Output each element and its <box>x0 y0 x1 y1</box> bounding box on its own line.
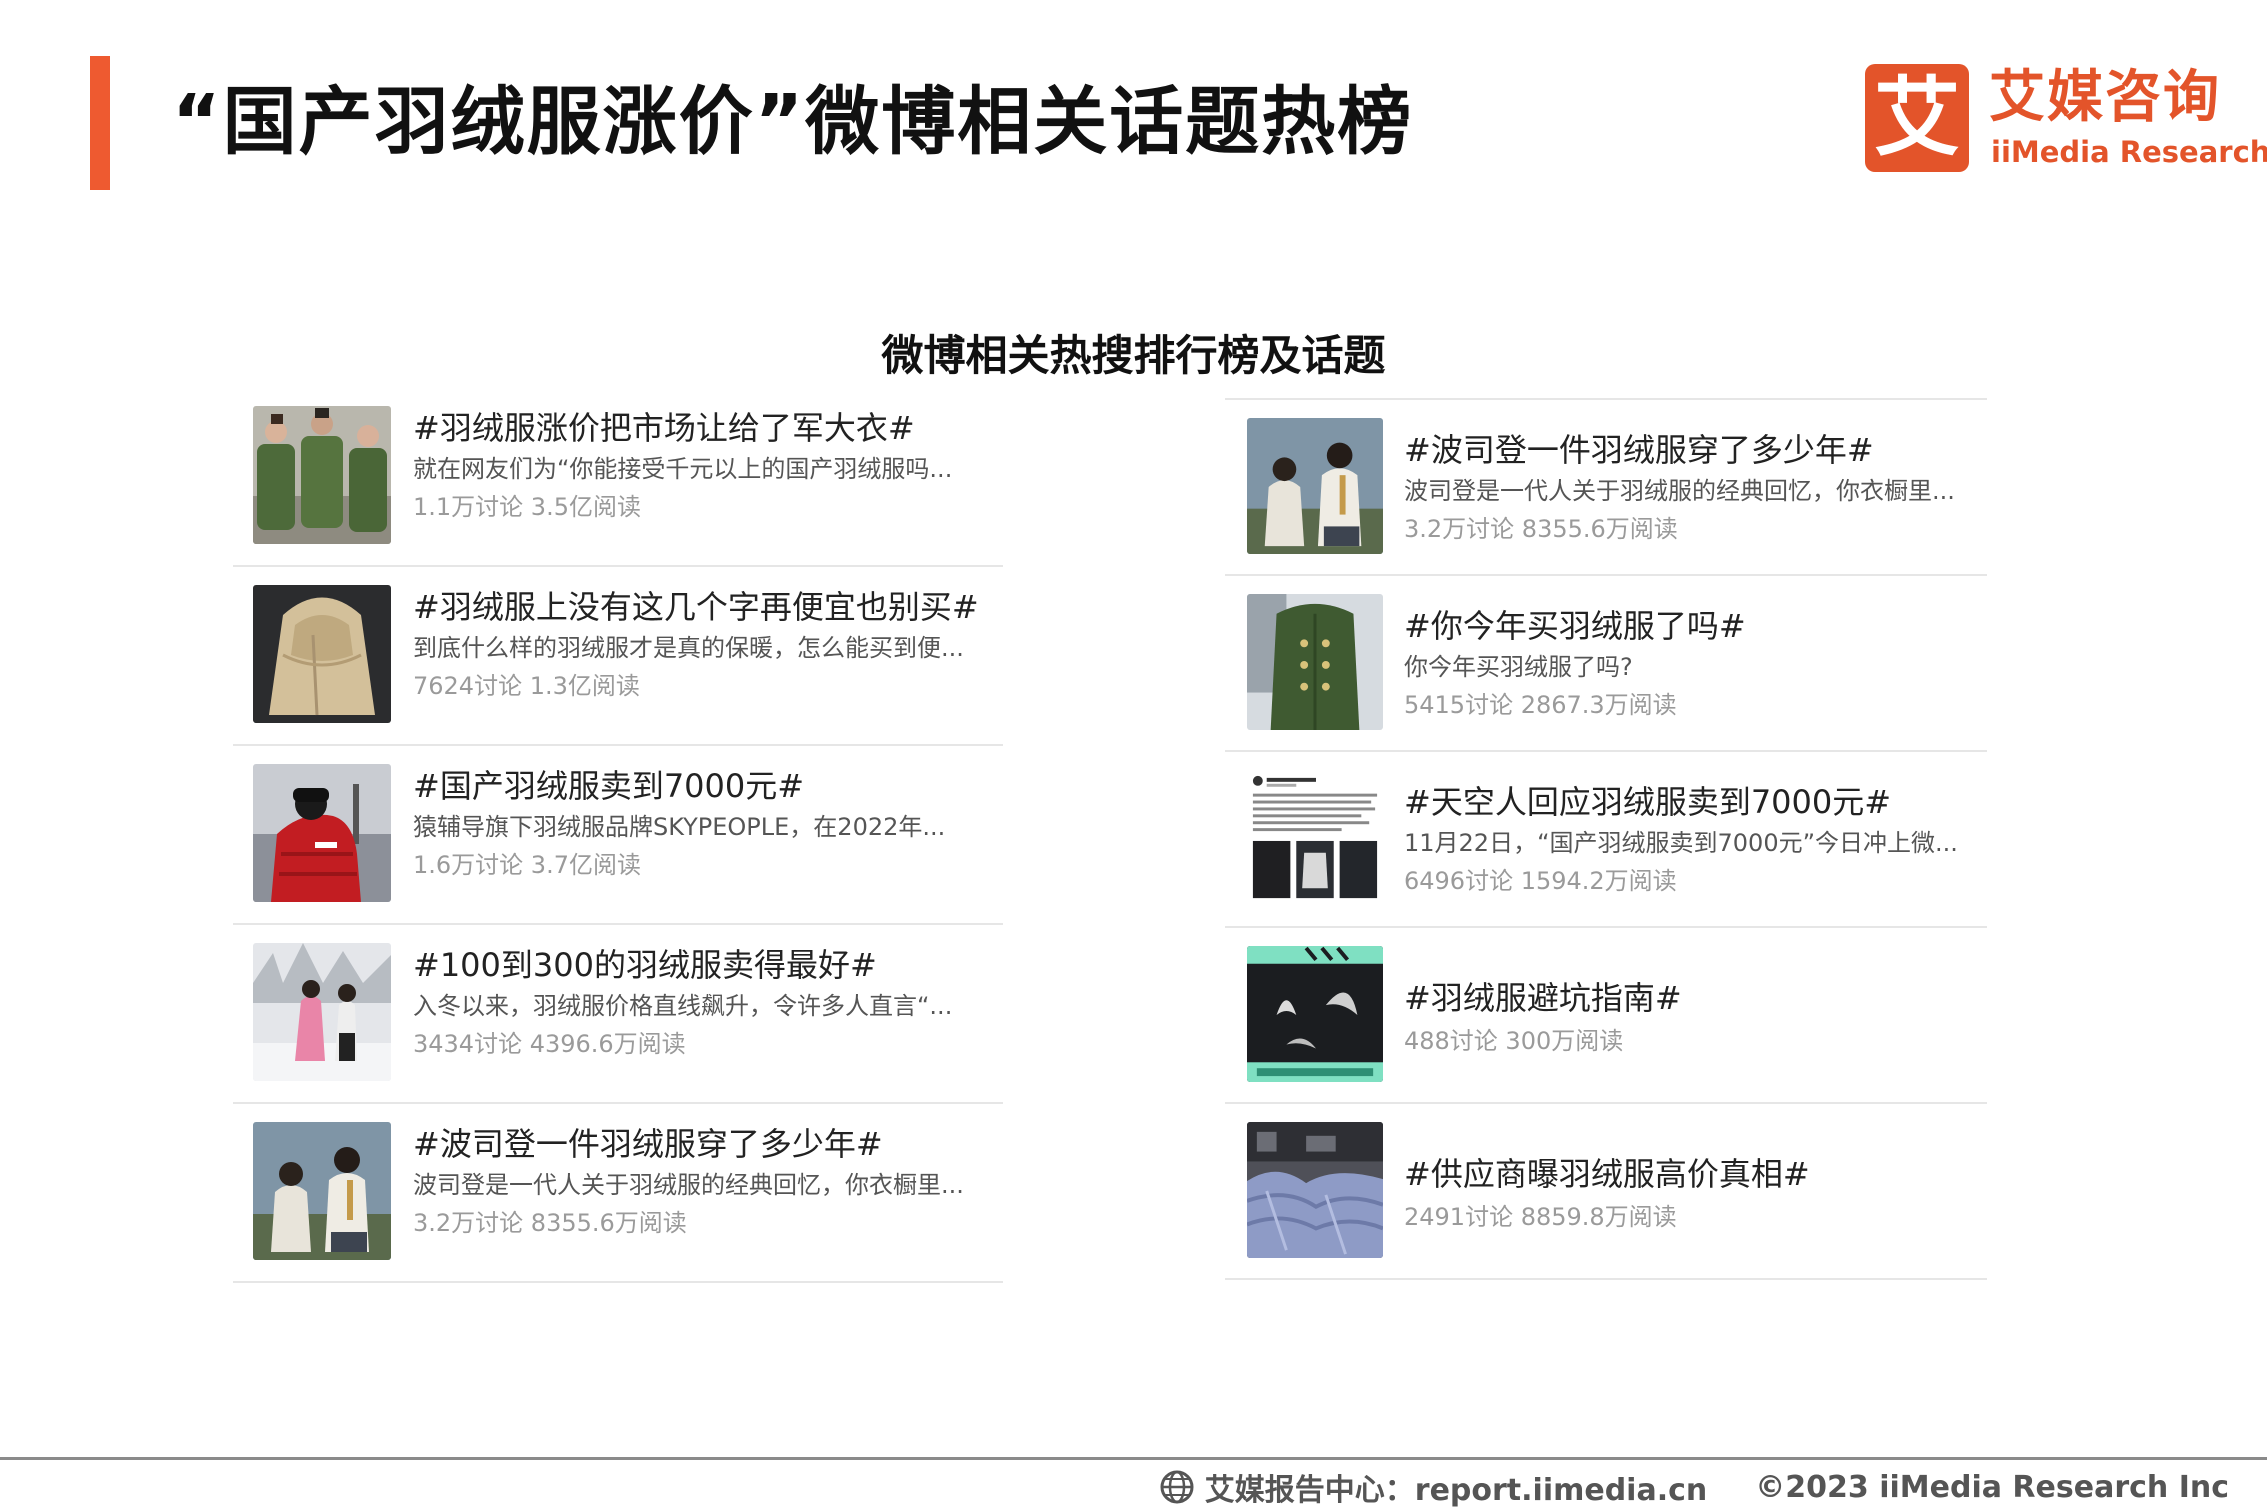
topic-description: 11月22日，“国产羽绒服卖到7000元”今日冲上微... <box>1404 829 1958 857</box>
topic-list-left: #羽绒服涨价把市场让给了军大衣# 就在网友们为“你能接受千元以上的国产羽绒服吗.… <box>233 388 1003 1283</box>
topic-thumbnail <box>1247 594 1383 730</box>
logo-mark: 艾 <box>1865 64 1969 172</box>
footer-source-link[interactable]: 艾媒报告中心：report.iimedia.cn <box>1205 1465 1707 1509</box>
topic-text: #波司登一件羽绒服穿了多少年# 波司登是一代人关于羽绒服的经典回忆，你衣橱里..… <box>1404 430 1984 544</box>
topic-description: 到底什么样的羽绒服才是真的保暖，怎么能买到便... <box>413 634 964 662</box>
topic-text: #供应商曝羽绒服高价真相# 2491讨论 8859.8万阅读 <box>1404 1154 1984 1232</box>
topic-text: #天空人回应羽绒服卖到7000元# 11月22日，“国产羽绒服卖到7000元”今… <box>1404 782 1984 896</box>
page-title: “国产羽绒服涨价”微博相关话题热榜 <box>172 79 1414 165</box>
topic-stats: 3.2万讨论 8355.6万阅读 <box>1404 515 1678 543</box>
topic-thumbnail <box>1247 946 1383 1082</box>
topic-stats: 3434讨论 4396.6万阅读 <box>413 1030 686 1058</box>
topic-description: 就在网友们为“你能接受千元以上的国产羽绒服吗... <box>413 455 953 483</box>
topic-title[interactable]: #天空人回应羽绒服卖到7000元# <box>1404 782 1984 822</box>
topic-description: 猿辅导旗下羽绒服品牌SKYPEOPLE，在2022年... <box>413 813 946 841</box>
topic-thumbnail <box>253 585 391 723</box>
topic-stats: 2491讨论 8859.8万阅读 <box>1404 1203 1677 1231</box>
topic-item[interactable]: #100到300的羽绒服卖得最好# 入冬以来，羽绒服价格直线飙升，令许多人直言“… <box>233 925 1003 1104</box>
topic-stats: 1.1万讨论 3.5亿阅读 <box>413 493 641 521</box>
topic-stats: 6496讨论 1594.2万阅读 <box>1404 867 1677 895</box>
topic-description: 波司登是一代人关于羽绒服的经典回忆，你衣橱里... <box>1404 477 1955 505</box>
beige-down-coat-photo <box>253 585 391 723</box>
two-people-white-jackets-photo <box>253 1122 391 1260</box>
weibo-post-screenshot <box>1247 770 1383 906</box>
topic-title[interactable]: #波司登一件羽绒服穿了多少年# <box>413 1124 993 1164</box>
red-puffer-jacket-photo <box>253 764 391 902</box>
topic-item[interactable]: #羽绒服避坑指南# 488讨论 300万阅读 <box>1225 928 1987 1104</box>
topic-stats: 3.2万讨论 8355.6万阅读 <box>413 1209 687 1237</box>
topic-stats: 1.6万讨论 3.7亿阅读 <box>413 851 641 879</box>
topic-text: #你今年买羽绒服了吗# 你今年买羽绒服了吗? 5415讨论 2867.3万阅读 <box>1404 606 1984 720</box>
topic-text: #羽绒服上没有这几个字再便宜也别买# 到底什么样的羽绒服才是真的保暖，怎么能买到… <box>413 587 993 701</box>
topic-list-right: #波司登一件羽绒服穿了多少年# 波司登是一代人关于羽绒服的经典回忆，你衣橱里..… <box>1225 398 1987 1280</box>
topic-text: #100到300的羽绒服卖得最好# 入冬以来，羽绒服价格直线飙升，令许多人直言“… <box>413 945 993 1059</box>
topic-text: #波司登一件羽绒服穿了多少年# 波司登是一代人关于羽绒服的经典回忆，你衣橱里..… <box>413 1124 993 1238</box>
logo-english-name: iiMedia Research <box>1991 135 2267 169</box>
topic-item[interactable]: #你今年买羽绒服了吗# 你今年买羽绒服了吗? 5415讨论 2867.3万阅读 <box>1225 576 1987 752</box>
topic-title[interactable]: #你今年买羽绒服了吗# <box>1404 606 1984 646</box>
down-feather-guide-graphic <box>1247 946 1383 1082</box>
topic-thumbnail <box>1247 418 1383 554</box>
footer-copyright: ©2023 iiMedia Research Inc <box>1755 1469 2229 1505</box>
army-green-coat-photo <box>1247 594 1383 730</box>
topic-thumbnail <box>1247 770 1383 906</box>
topic-item[interactable]: #供应商曝羽绒服高价真相# 2491讨论 8859.8万阅读 <box>1225 1104 1987 1280</box>
topic-text: #国产羽绒服卖到7000元# 猿辅导旗下羽绒服品牌SKYPEOPLE，在2022… <box>413 766 993 880</box>
topic-item[interactable]: #波司登一件羽绒服穿了多少年# 波司登是一代人关于羽绒服的经典回忆，你衣橱里..… <box>233 1104 1003 1283</box>
snow-park-people-photo <box>253 943 391 1081</box>
footer-divider <box>0 1457 2267 1460</box>
topic-thumbnail <box>1247 1122 1383 1258</box>
topic-description: 波司登是一代人关于羽绒服的经典回忆，你衣橱里... <box>413 1171 964 1199</box>
three-people-green-coats-photo <box>253 406 391 544</box>
footer: 艾媒报告中心：report.iimedia.cn ©2023 iiMedia R… <box>1159 1464 2229 1510</box>
topic-item[interactable]: #羽绒服上没有这几个字再便宜也别买# 到底什么样的羽绒服才是真的保暖，怎么能买到… <box>233 567 1003 746</box>
globe-icon <box>1160 1470 1194 1504</box>
title-accent-bar <box>90 56 110 190</box>
topic-stats: 5415讨论 2867.3万阅读 <box>1404 691 1677 719</box>
topic-text: #羽绒服避坑指南# 488讨论 300万阅读 <box>1404 978 1984 1056</box>
topic-title[interactable]: #100到300的羽绒服卖得最好# <box>413 945 993 985</box>
topic-title[interactable]: #国产羽绒服卖到7000元# <box>413 766 993 806</box>
section-title: 微博相关热搜排行榜及话题 <box>881 331 1386 380</box>
right-topic-column: #波司登一件羽绒服穿了多少年# 波司登是一代人关于羽绒服的经典回忆，你衣橱里..… <box>1225 398 1987 1280</box>
topic-title[interactable]: #羽绒服上没有这几个字再便宜也别买# <box>413 587 993 627</box>
topic-thumbnail <box>253 1122 391 1260</box>
iimedia-logo: 艾 艾媒咨询 iiMedia Research <box>1865 64 2267 174</box>
topic-title[interactable]: #供应商曝羽绒服高价真相# <box>1404 1154 1984 1194</box>
topic-thumbnail <box>253 406 391 544</box>
topic-title[interactable]: #羽绒服涨价把市场让给了军大衣# <box>413 408 993 448</box>
topic-title[interactable]: #波司登一件羽绒服穿了多少年# <box>1404 430 1984 470</box>
topic-item[interactable]: #波司登一件羽绒服穿了多少年# 波司登是一代人关于羽绒服的经典回忆，你衣橱里..… <box>1225 400 1987 576</box>
topic-text: #羽绒服涨价把市场让给了军大衣# 就在网友们为“你能接受千元以上的国产羽绒服吗.… <box>413 408 993 522</box>
topic-stats: 488讨论 300万阅读 <box>1404 1027 1624 1055</box>
topic-stats: 7624讨论 1.3亿阅读 <box>413 672 640 700</box>
logo-glyph: 艾 <box>1874 68 1960 168</box>
topic-item[interactable]: #国产羽绒服卖到7000元# 猿辅导旗下羽绒服品牌SKYPEOPLE，在2022… <box>233 746 1003 925</box>
logo-chinese-name: 艾媒咨询 <box>1989 65 2221 130</box>
topic-description: 入冬以来，羽绒服价格直线飙升，令许多人直言“... <box>413 992 953 1020</box>
topic-title[interactable]: #羽绒服避坑指南# <box>1404 978 1984 1018</box>
topic-item[interactable]: #羽绒服涨价把市场让给了军大衣# 就在网友们为“你能接受千元以上的国产羽绒服吗.… <box>233 388 1003 567</box>
two-people-white-jackets-photo <box>1247 418 1383 554</box>
topic-description: 你今年买羽绒服了吗? <box>1404 653 1633 681</box>
topic-thumbnail <box>253 764 391 902</box>
topic-item[interactable]: #天空人回应羽绒服卖到7000元# 11月22日，“国产羽绒服卖到7000元”今… <box>1225 752 1987 928</box>
topic-thumbnail <box>253 943 391 1081</box>
factory-down-jackets-photo <box>1247 1122 1383 1258</box>
left-topic-column: #羽绒服涨价把市场让给了军大衣# 就在网友们为“你能接受千元以上的国产羽绒服吗.… <box>233 388 1003 1283</box>
